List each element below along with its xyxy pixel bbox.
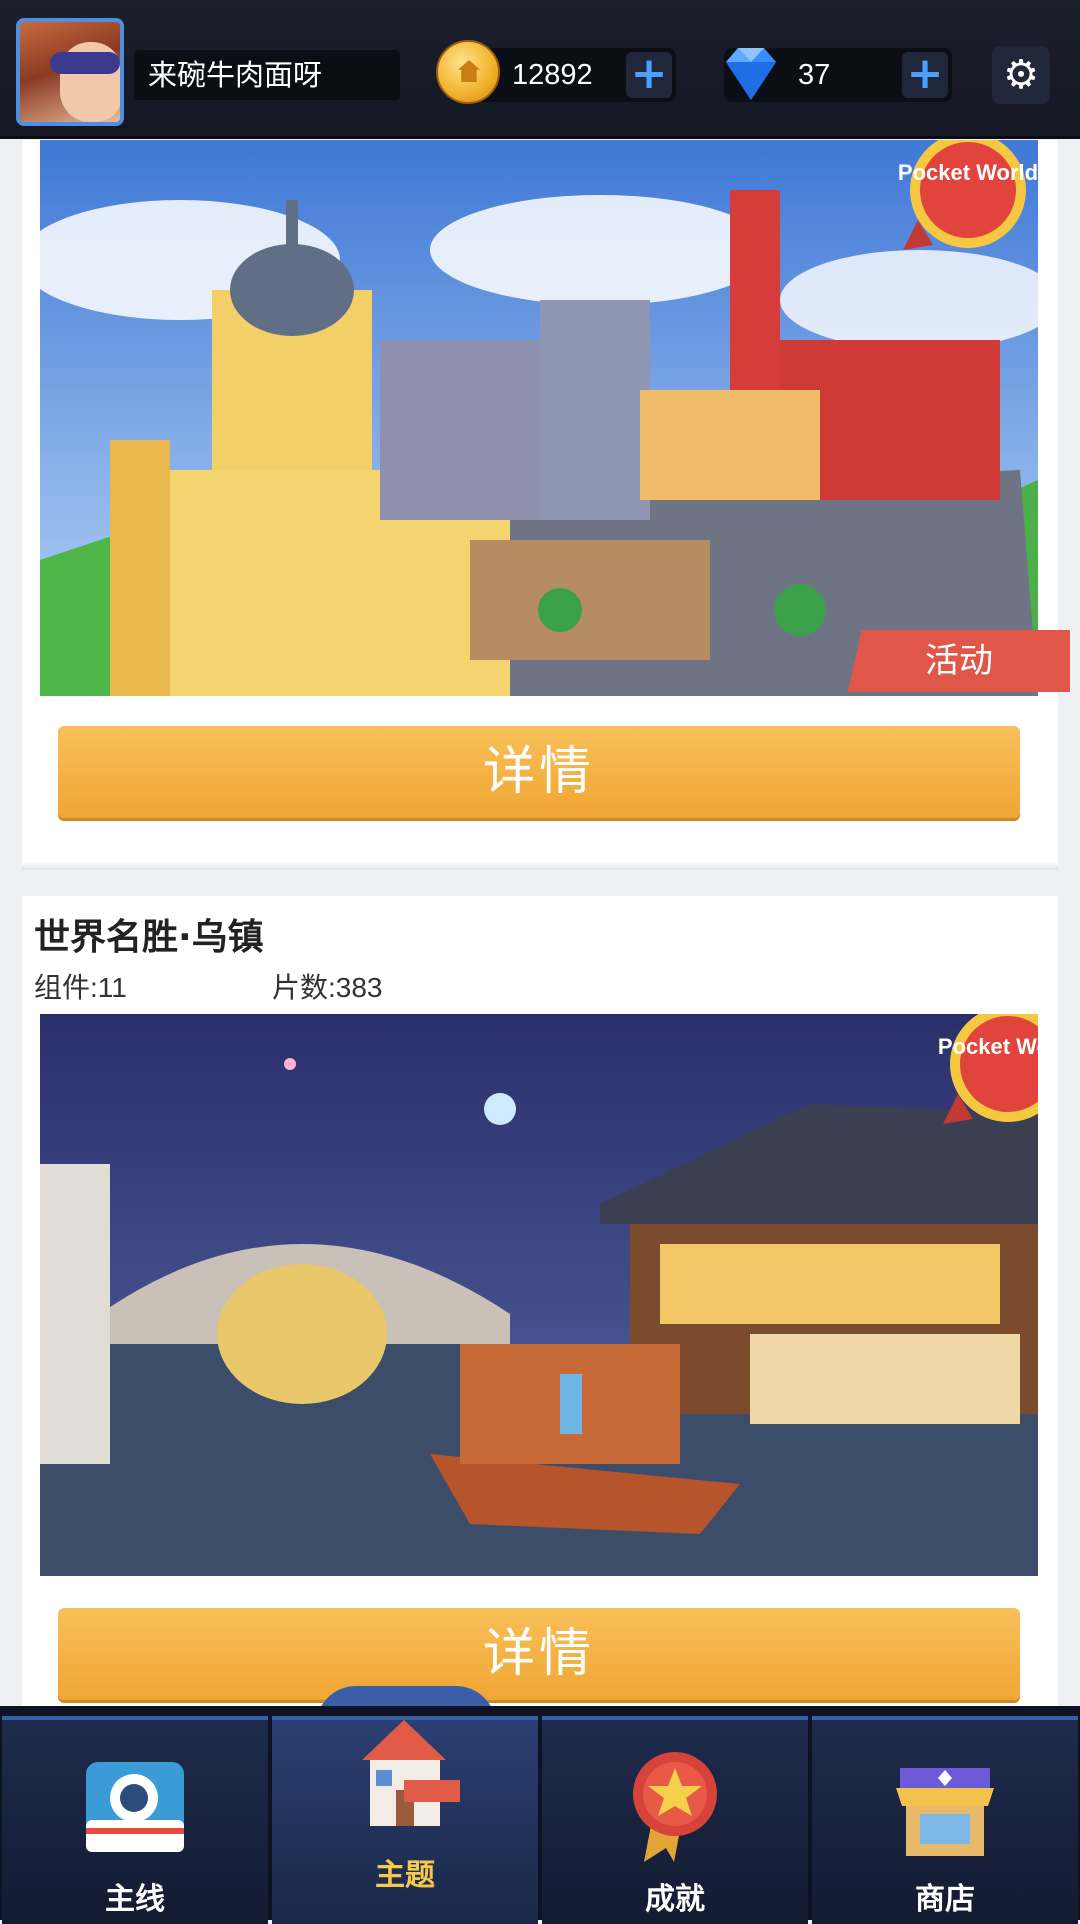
shop-icon (896, 1768, 994, 1856)
badge-text: Pocket World (898, 160, 1038, 185)
camera-icon (86, 1762, 184, 1852)
tab-achievements[interactable]: 成就 (542, 1716, 808, 1924)
tab-label: 成就 (645, 1882, 705, 1917)
theme-title: 世界名胜·乌镇 (34, 917, 264, 958)
wuzhen-illustration (40, 1014, 1038, 1576)
medal-icon (633, 1752, 717, 1862)
house-icon (362, 1720, 460, 1826)
username-label: 来碗牛肉面呀 (134, 50, 400, 100)
tab-shop[interactable]: 商店 (812, 1716, 1078, 1924)
gem-value: 37 (798, 59, 831, 91)
tab-themes[interactable]: 主题 (272, 1716, 538, 1924)
coin-value: 12892 (512, 59, 593, 91)
coin-counter: 12892 + (436, 40, 676, 104)
add-gems-button[interactable]: + (902, 52, 948, 98)
castle-banner-image[interactable]: Pocket World (40, 140, 1038, 696)
tab-label: 商店 (915, 1882, 975, 1917)
wuzhen-banner-image[interactable]: Pocket World (40, 1014, 1038, 1576)
gem-counter: 37 + (724, 48, 952, 102)
pocket-world-badge: Pocket World (938, 1014, 1038, 1124)
add-coins-button[interactable]: + (626, 52, 672, 98)
pieces-count: 片数:383 (272, 972, 383, 1003)
gear-icon: ⚙ (1003, 52, 1039, 98)
details-button-2[interactable]: 详情 (58, 1608, 1020, 1700)
tab-main-line[interactable]: 主线 (2, 1716, 268, 1924)
pocket-world-badge: Pocket World (898, 140, 1038, 250)
tab-label: 主题 (375, 1858, 435, 1893)
avatar-mask (50, 52, 120, 74)
badge-text: Pocket World (938, 1034, 1038, 1059)
settings-button[interactable]: ⚙ (992, 46, 1050, 104)
components-count: 组件:11 (34, 972, 127, 1003)
details-button-1[interactable]: 详情 (58, 726, 1020, 818)
bottom-nav: 主线 主题 成就 商店 (0, 1706, 1080, 1924)
tab-label: 主线 (105, 1882, 165, 1917)
castle-illustration (40, 140, 1038, 696)
event-tag: 活动 (848, 630, 1070, 692)
diamond-icon (726, 48, 776, 100)
coin-icon (436, 40, 500, 104)
card-divider (22, 862, 1058, 870)
top-bar: 来碗牛肉面呀 12892 + 37 + ⚙ (0, 0, 1080, 139)
player-avatar[interactable] (16, 18, 124, 126)
